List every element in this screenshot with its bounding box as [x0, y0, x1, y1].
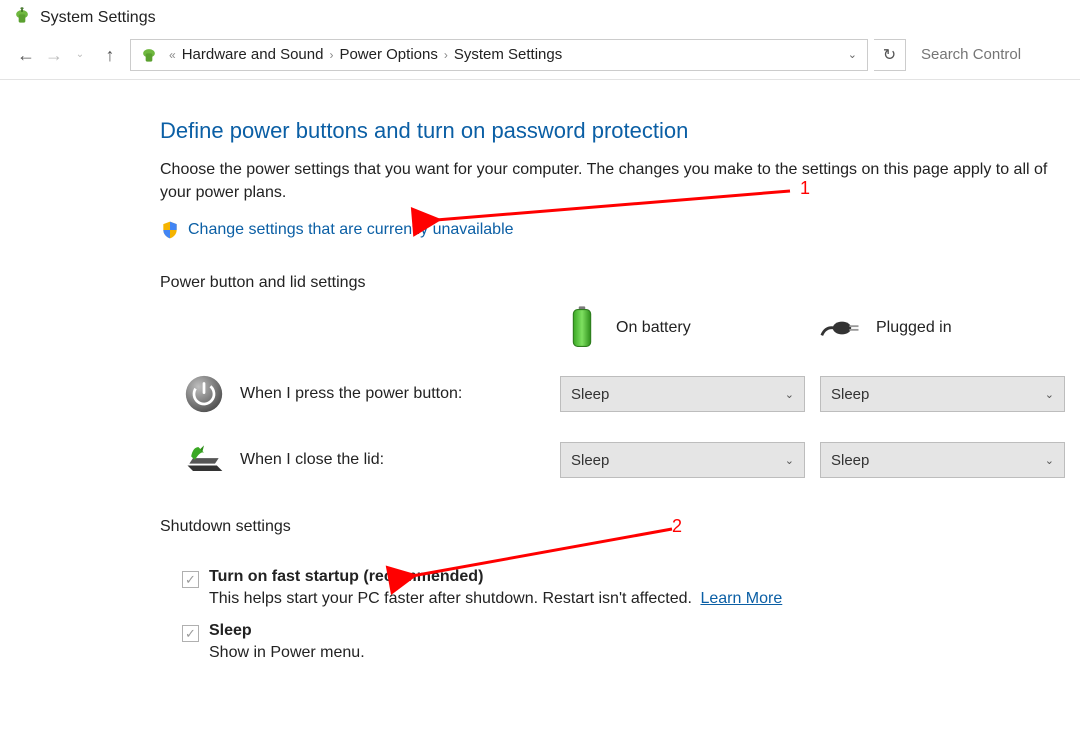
chevron-down-icon: ⌄	[1045, 388, 1054, 401]
breadcrumb-power-options[interactable]: Power Options	[339, 46, 437, 63]
column-on-battery: On battery	[560, 306, 820, 350]
section-shutdown: Shutdown settings	[160, 518, 1058, 536]
navigation-bar: ← → ⌄ ↑ « Hardware and Sound › Power Opt…	[0, 34, 1080, 80]
close-lid-icon	[182, 438, 226, 482]
battery-icon	[560, 306, 604, 350]
annotation-number-2: 2	[672, 516, 682, 537]
history-dropdown[interactable]: ⌄	[68, 39, 96, 71]
chevron-down-icon: ⌄	[785, 388, 794, 401]
power-settings-grid: On battery Plugged in	[160, 306, 1058, 482]
refresh-button[interactable]: ↻	[874, 39, 906, 71]
section-power-lid: Power button and lid settings	[160, 274, 1058, 292]
content-area: Define power buttons and turn on passwor…	[0, 80, 1080, 696]
power-button-icon	[182, 372, 226, 416]
row-power-button: When I press the power button:	[160, 372, 560, 416]
learn-more-link[interactable]: Learn More	[700, 590, 782, 607]
chevron-down-icon: ⌄	[1045, 454, 1054, 467]
plug-icon	[820, 306, 864, 350]
breadcrumb-hardware-sound[interactable]: Hardware and Sound	[182, 46, 324, 63]
address-icon	[139, 45, 159, 65]
fast-startup-checkbox[interactable]: ✓	[182, 571, 199, 588]
up-button[interactable]: ↑	[96, 39, 124, 71]
breadcrumb-ellipsis[interactable]: «	[169, 48, 176, 62]
fast-startup-row: ✓ Turn on fast startup (recommended)	[160, 568, 1058, 588]
back-button[interactable]: ←	[12, 39, 40, 71]
chevron-right-icon: ›	[444, 48, 448, 62]
close-lid-plugged-combo[interactable]: Sleep ⌄	[820, 442, 1065, 478]
page-heading: Define power buttons and turn on passwor…	[160, 118, 1058, 144]
change-unavailable-link[interactable]: Change settings that are currently unava…	[160, 220, 1058, 240]
column-plugged-in: Plugged in	[820, 306, 1080, 350]
fast-startup-label: Turn on fast startup (recommended)	[209, 568, 483, 586]
fast-startup-description: This helps start your PC faster after sh…	[160, 590, 1058, 608]
shield-icon	[160, 220, 180, 240]
annotation-number-1: 1	[800, 178, 810, 199]
address-bar[interactable]: « Hardware and Sound › Power Options › S…	[130, 39, 868, 71]
sleep-row: ✓ Sleep	[160, 622, 1058, 642]
close-lid-battery-combo[interactable]: Sleep ⌄	[560, 442, 805, 478]
title-bar: System Settings	[0, 0, 1080, 34]
row-close-lid: When I close the lid:	[160, 438, 560, 482]
sleep-label: Sleep	[209, 622, 252, 640]
address-dropdown-icon[interactable]: ⌄	[842, 48, 863, 61]
forward-button[interactable]: →	[40, 39, 68, 71]
search-input[interactable]	[912, 39, 1072, 71]
page-subtext: Choose the power settings that you want …	[160, 158, 1058, 204]
chevron-right-icon: ›	[329, 48, 333, 62]
window-title: System Settings	[40, 9, 156, 27]
chevron-down-icon: ⌄	[785, 454, 794, 467]
sleep-description: Show in Power menu.	[160, 644, 1058, 662]
sleep-checkbox[interactable]: ✓	[182, 625, 199, 642]
change-unavailable-text: Change settings that are currently unava…	[188, 221, 514, 239]
power-button-battery-combo[interactable]: Sleep ⌄	[560, 376, 805, 412]
breadcrumb-system-settings[interactable]: System Settings	[454, 46, 562, 63]
app-icon	[12, 6, 32, 30]
power-button-plugged-combo[interactable]: Sleep ⌄	[820, 376, 1065, 412]
